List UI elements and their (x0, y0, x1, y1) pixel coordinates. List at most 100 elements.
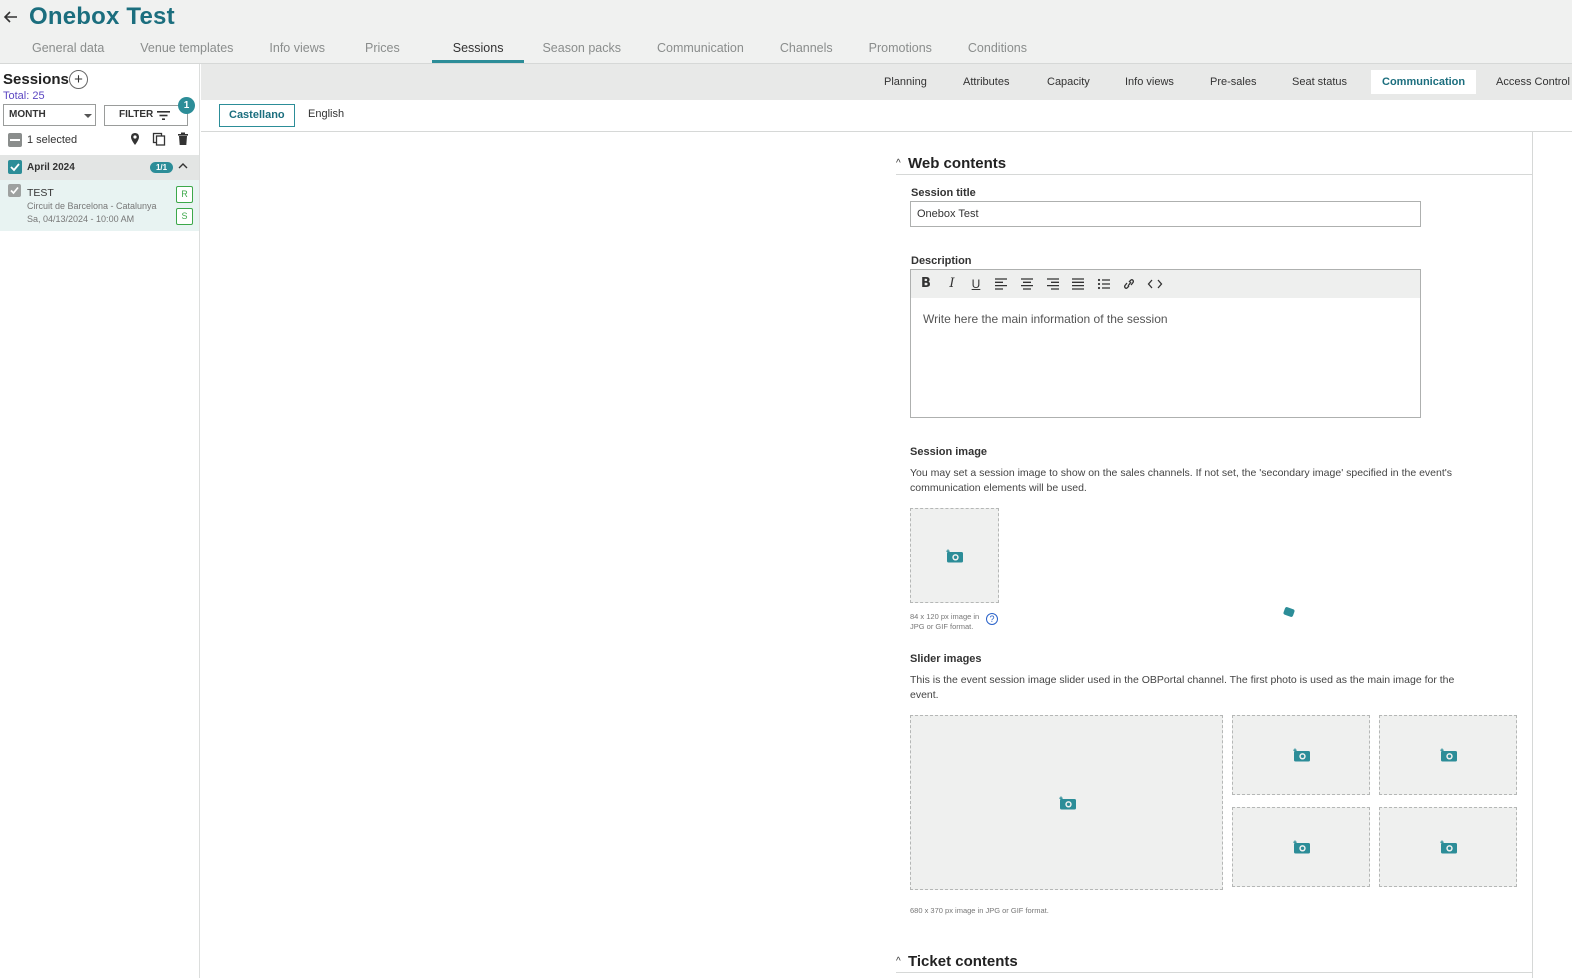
filter-icon (157, 111, 170, 120)
slider-main-image-upload[interactable] (910, 715, 1223, 890)
session-venue: Circuit de Barcelona - Catalunya (27, 201, 157, 211)
tab-season-packs[interactable]: Season packs (524, 40, 639, 63)
month-group-count: 1/1 (150, 162, 173, 173)
subtab-info-views[interactable]: Info views (1125, 70, 1174, 94)
slider-image-upload[interactable] (1379, 807, 1517, 887)
page-title: Onebox Test (29, 3, 175, 30)
filter-button-label: FILTER (119, 109, 154, 120)
check-icon (10, 186, 19, 195)
help-icon[interactable]: ? (986, 613, 998, 625)
subtab-attributes[interactable]: Attributes (963, 70, 1009, 94)
editor-toolbar: B I U (911, 270, 1420, 298)
subtab-seat-status[interactable]: Seat status (1292, 70, 1347, 94)
select-all-checkbox[interactable] (8, 133, 22, 147)
slider-image-upload[interactable] (1232, 807, 1370, 887)
tab-conditions[interactable]: Conditions (950, 40, 1045, 63)
period-select-value: MONTH (9, 109, 46, 120)
tab-prices[interactable]: Prices (343, 40, 432, 63)
add-photo-icon (1059, 796, 1076, 810)
session-title-label: Session title (911, 187, 976, 199)
description-placeholder: Write here the main information of the s… (923, 312, 1168, 326)
subtab-communication[interactable]: Communication (1371, 70, 1477, 94)
session-checkbox[interactable] (8, 184, 21, 197)
slider-image-upload[interactable] (1232, 715, 1370, 795)
subtab-pre-sales[interactable]: Pre-sales (1210, 70, 1256, 94)
slider-images-hint: 680 x 370 px image in JPG or GIF format. (910, 906, 1049, 915)
link-icon[interactable] (1121, 277, 1137, 291)
lang-tab-english[interactable]: English (299, 104, 353, 127)
content-divider (1532, 132, 1533, 978)
chevron-up-icon: ^ (896, 956, 901, 967)
session-image-hint: 84 x 120 px image in JPG or GIF format. (910, 612, 980, 631)
check-icon (10, 163, 20, 172)
subtab-planning[interactable]: Planning (884, 70, 927, 94)
location-pin-icon[interactable] (128, 132, 142, 146)
chevron-up-icon: ^ (896, 158, 901, 169)
web-contents-title: Web contents (908, 155, 1007, 172)
italic-icon[interactable]: I (944, 277, 960, 291)
delete-icon[interactable] (176, 132, 190, 146)
tab-info-views[interactable]: Info views (251, 40, 343, 63)
justify-icon[interactable] (1070, 277, 1086, 291)
copy-icon[interactable] (152, 132, 166, 146)
add-session-button[interactable]: + (69, 70, 88, 89)
filter-button[interactable]: FILTER (104, 105, 188, 126)
align-center-icon[interactable] (1019, 277, 1035, 291)
subtab-access-control[interactable]: Access Control (1496, 70, 1570, 94)
ticket-contents-title: Ticket contents (908, 953, 1018, 970)
period-select[interactable]: MONTH (3, 104, 96, 126)
month-group-header[interactable]: April 2024 1/1 (0, 155, 199, 180)
slider-images-label: Slider images (910, 653, 982, 665)
sessions-sidebar: Sessions + Total: 25 MONTH FILTER 1 1 se… (0, 64, 200, 978)
tab-general-data[interactable]: General data (14, 40, 122, 63)
session-image-label: Session image (910, 446, 988, 458)
back-arrow-icon[interactable] (2, 8, 20, 26)
slider-image-upload[interactable] (1379, 715, 1517, 795)
session-date: Sa, 04/13/2024 - 10:00 AM (27, 214, 135, 224)
month-group-label: April 2024 (27, 162, 75, 173)
session-name: TEST (27, 187, 54, 199)
description-editor[interactable]: B I U Write here the main information of… (910, 269, 1421, 418)
add-photo-icon (1293, 840, 1310, 854)
list-item[interactable]: TEST Circuit de Barcelona - Catalunya Sa… (0, 180, 199, 231)
bullet-list-icon[interactable] (1096, 277, 1112, 291)
add-photo-icon (1293, 748, 1310, 762)
selected-count: 1 selected (27, 134, 78, 146)
tab-promotions[interactable]: Promotions (851, 40, 950, 63)
filter-count-badge: 1 (178, 97, 195, 114)
session-subtabs: Planning Attributes Capacity Info views … (201, 64, 1572, 100)
session-title-input[interactable]: Onebox Test (910, 201, 1421, 227)
top-header: Onebox Test General data Venue templates… (0, 0, 1572, 64)
selection-toolbar: 1 selected (0, 130, 199, 152)
language-tabs: Castellano English (201, 100, 1572, 132)
tab-communication[interactable]: Communication (639, 40, 762, 63)
add-photo-icon (1440, 748, 1457, 762)
add-photo-icon (1440, 840, 1457, 854)
session-image-upload[interactable] (910, 508, 999, 603)
status-badge: R (176, 186, 193, 203)
tab-sessions[interactable]: Sessions (431, 40, 525, 63)
tab-channels[interactable]: Channels (762, 40, 851, 63)
status-badge: S (176, 208, 193, 225)
code-icon[interactable] (1147, 277, 1163, 291)
month-group-checkbox[interactable] (8, 160, 22, 174)
chevron-up-icon[interactable] (178, 162, 188, 170)
loading-icon (1282, 606, 1296, 618)
web-contents-header[interactable]: ^ Web contents (896, 155, 1532, 175)
ticket-contents-header[interactable]: ^ Ticket contents (896, 953, 1532, 973)
caret-down-icon (84, 114, 92, 118)
lang-tab-castellano[interactable]: Castellano (219, 104, 295, 127)
session-image-help: You may set a session image to show on t… (910, 467, 1453, 494)
tab-venue-templates[interactable]: Venue templates (122, 40, 251, 63)
align-right-icon[interactable] (1045, 277, 1061, 291)
main-tabs: General data Venue templates Info views … (14, 40, 1045, 64)
sessions-total: Total: 25 (3, 90, 45, 102)
add-photo-icon (946, 549, 963, 563)
subtab-capacity[interactable]: Capacity (1047, 70, 1090, 94)
underline-icon[interactable]: U (968, 277, 984, 291)
bold-icon[interactable]: B (918, 277, 934, 291)
slider-images-help: This is the event session image slider u… (910, 674, 1455, 701)
align-left-icon[interactable] (993, 277, 1009, 291)
description-label: Description (911, 255, 972, 267)
sidebar-title: Sessions (3, 71, 69, 88)
